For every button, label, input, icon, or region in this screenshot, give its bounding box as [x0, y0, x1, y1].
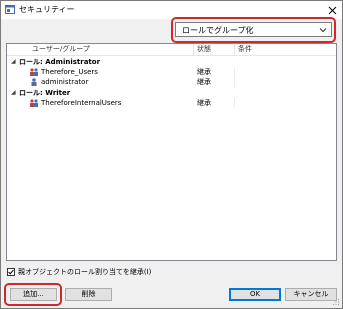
status-cell: 継承 [197, 78, 211, 86]
cell-divider [234, 77, 235, 87]
column-header-condition[interactable]: 条件 [235, 44, 295, 55]
checkmark-icon [8, 269, 14, 275]
security-dialog: セキュリティー ロールでグループ化 ユーザー/グループ 状態 条件 ◢ ロール:… [0, 0, 343, 309]
user-icon [31, 78, 37, 86]
inherit-checkbox-label[interactable]: 親オブジェクトのロール割り当てを継承(I) [18, 267, 151, 277]
cell-divider [234, 98, 235, 108]
status-cell: 継承 [197, 68, 211, 76]
delete-button[interactable]: 削除 [65, 288, 112, 301]
user-label: Therefore_Users [41, 68, 98, 76]
inherit-checkbox[interactable] [7, 268, 15, 276]
highlight-group-select [171, 17, 336, 43]
close-icon [328, 6, 337, 14]
list-item-role-administrator[interactable]: ◢ ロール: Administrator [7, 57, 336, 67]
role-label: ロール: Writer [19, 89, 71, 97]
list-header: ユーザー/グループ 状態 条件 [7, 44, 336, 56]
list-item-user[interactable]: Therefore_Users 継承 [7, 67, 336, 77]
user-group-list[interactable]: ユーザー/グループ 状態 条件 ◢ ロール: Administrator The… [6, 43, 337, 261]
cell-divider [234, 67, 235, 77]
user-label: administrator [41, 78, 89, 86]
highlight-add-button [4, 283, 62, 306]
list-item-role-writer[interactable]: ◢ ロール: Writer [7, 88, 336, 98]
user-group-icon [30, 68, 38, 76]
column-header-status[interactable]: 状態 [194, 44, 234, 55]
expand-triangle-icon[interactable]: ◢ [11, 89, 16, 97]
column-header-user-group[interactable]: ユーザー/グループ [29, 44, 193, 55]
window-icon [5, 5, 15, 14]
list-item-user[interactable]: ThereforeInternalUsers 継承 [7, 98, 336, 108]
user-group-icon [30, 99, 38, 107]
expand-triangle-icon[interactable]: ◢ [11, 58, 16, 66]
ok-button[interactable]: OK [229, 288, 281, 301]
cancel-button[interactable]: キャンセル [285, 288, 337, 301]
resize-grip-icon[interactable] [332, 298, 340, 306]
list-item-user[interactable]: administrator 継承 [7, 77, 336, 87]
status-cell: 継承 [197, 99, 211, 107]
user-label: ThereforeInternalUsers [41, 99, 122, 107]
role-label: ロール: Administrator [19, 58, 101, 66]
window-title: セキュリティー [19, 5, 75, 14]
